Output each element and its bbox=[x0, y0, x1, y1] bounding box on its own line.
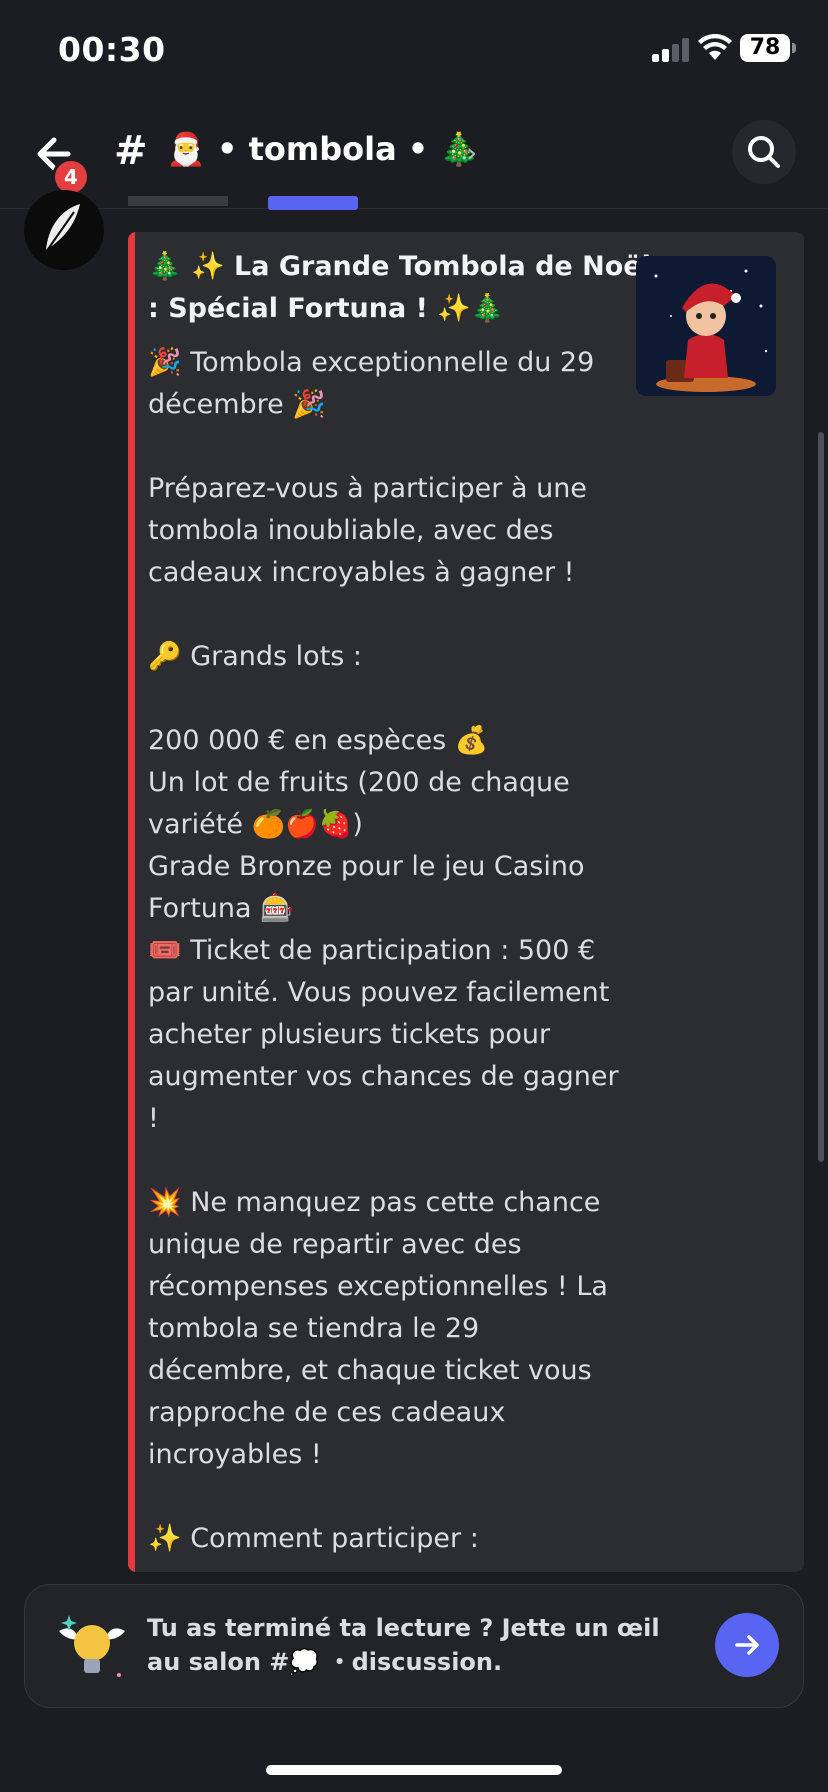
home-indicator[interactable] bbox=[266, 1765, 562, 1775]
channel-name[interactable]: 🎅 • tombola • 🎄 bbox=[166, 130, 479, 168]
embed-accent-bar bbox=[128, 232, 135, 1572]
scrollbar[interactable] bbox=[818, 432, 824, 1162]
message-embed: 🎄 ✨ La Grande Tombola de Noël : Spécial … bbox=[128, 232, 804, 1572]
channel-hash-icon: # bbox=[114, 128, 148, 174]
wifi-icon bbox=[698, 34, 732, 60]
prompt-message: Tu as terminé ta lecture ? Jette un œil … bbox=[147, 1614, 660, 1676]
author-avatar[interactable] bbox=[24, 190, 104, 270]
battery-icon: 78 bbox=[740, 34, 796, 62]
cellular-signal-icon bbox=[652, 36, 692, 62]
search-icon bbox=[748, 136, 780, 168]
status-bar: 00:30 78 bbox=[0, 0, 828, 100]
winged-lightbulb-icon bbox=[59, 1615, 125, 1677]
search-button[interactable] bbox=[732, 120, 796, 184]
channel-header: 4 # 🎅 • tombola • 🎄 › bbox=[0, 100, 828, 209]
arrow-right-icon bbox=[735, 1635, 759, 1655]
author-line-cutoff bbox=[128, 196, 358, 210]
embed-description: 🎉 Tombola exceptionnelle du 29 décembre … bbox=[148, 347, 619, 1554]
next-channel-prompt[interactable]: Tu as terminé ta lecture ? Jette un œil … bbox=[24, 1584, 804, 1708]
go-to-channel-button[interactable] bbox=[715, 1613, 779, 1677]
chevron-right-icon[interactable]: › bbox=[466, 136, 477, 169]
feather-icon bbox=[45, 204, 80, 253]
clock: 00:30 bbox=[58, 30, 166, 69]
